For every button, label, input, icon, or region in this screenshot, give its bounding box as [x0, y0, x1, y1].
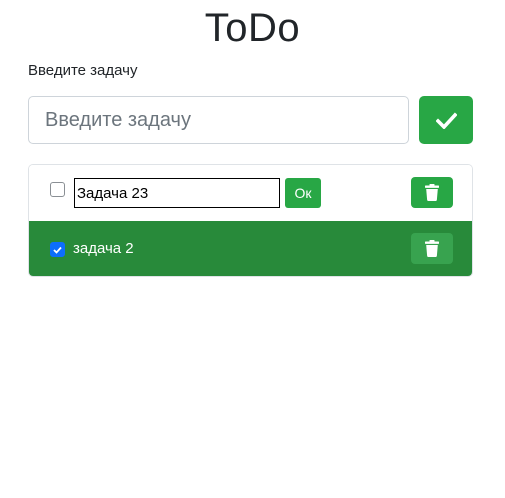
add-task-button[interactable]: [419, 96, 473, 144]
task-checkbox-checked[interactable]: [50, 242, 65, 257]
task-checkbox[interactable]: [50, 182, 65, 197]
new-task-label: Введите задачу: [28, 62, 138, 79]
delete-task-button[interactable]: [411, 177, 453, 208]
check-icon: [435, 111, 457, 129]
task-edit-input[interactable]: [74, 178, 280, 208]
delete-task-button[interactable]: [411, 233, 453, 264]
new-task-input[interactable]: [28, 96, 409, 144]
trash-icon: [425, 240, 439, 257]
checkmark-icon: [53, 246, 62, 254]
todo-app: ToDo Введите задачу Ок: [0, 0, 505, 498]
task-row-editing: Ок: [29, 165, 472, 221]
page-title: ToDo: [204, 6, 301, 50]
task-text: задача 2: [73, 240, 134, 257]
task-list: Ок задача 2: [28, 164, 473, 277]
trash-icon: [425, 184, 439, 201]
task-row-completed: задача 2: [29, 221, 472, 276]
confirm-edit-button[interactable]: Ок: [285, 178, 321, 208]
